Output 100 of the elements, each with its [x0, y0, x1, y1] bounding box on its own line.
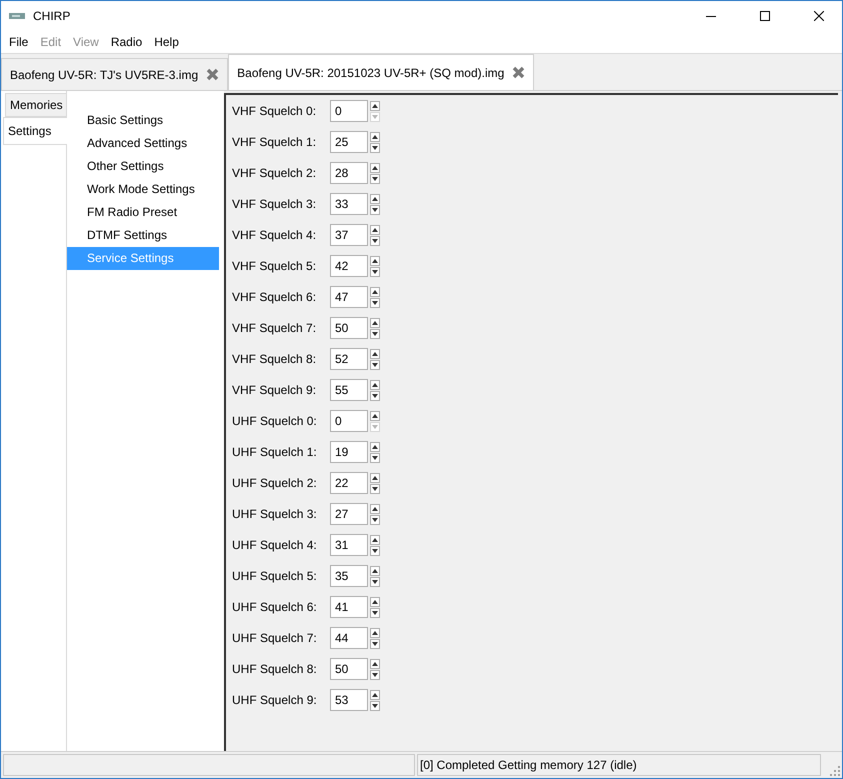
down-arrow-icon	[372, 486, 378, 490]
field-label: VHF Squelch 9:	[232, 383, 318, 397]
down-arrow-icon	[372, 238, 378, 242]
file-tab[interactable]: Baofeng UV-5R: 20151023 UV-5R+ (SQ mod).img	[228, 54, 534, 90]
down-arrow-icon	[372, 704, 378, 708]
settings-group-item[interactable]: Advanced Settings	[67, 132, 219, 155]
spin-field[interactable]: 41	[330, 596, 368, 618]
increment-button[interactable]	[370, 658, 380, 668]
spin-field[interactable]: 55	[330, 379, 368, 401]
increment-button[interactable]	[370, 380, 380, 390]
close-icon[interactable]	[206, 68, 220, 81]
up-arrow-icon	[372, 506, 378, 510]
decrement-button[interactable]	[370, 546, 380, 556]
up-arrow-icon	[372, 692, 378, 696]
spin-field[interactable]: 52	[330, 348, 368, 370]
resize-grip-icon[interactable]	[830, 766, 840, 776]
spin-field[interactable]: 50	[330, 317, 368, 339]
increment-button[interactable]	[370, 504, 380, 514]
up-arrow-icon	[372, 568, 378, 572]
increment-button[interactable]	[370, 194, 380, 204]
field-label: UHF Squelch 6:	[232, 600, 318, 614]
spin-field[interactable]: 0	[330, 410, 368, 432]
decrement-button[interactable]	[370, 608, 380, 618]
increment-button[interactable]	[370, 410, 380, 420]
down-arrow-icon	[372, 580, 378, 584]
spin-field[interactable]: 53	[330, 689, 368, 711]
increment-button[interactable]	[370, 628, 380, 638]
settings-group-item[interactable]: FM Radio Preset	[67, 201, 219, 224]
decrement-button[interactable]	[370, 484, 380, 494]
increment-button[interactable]	[370, 348, 380, 358]
settings-group-item[interactable]: Work Mode Settings	[67, 178, 219, 201]
spin-field[interactable]: 37	[330, 224, 368, 246]
spin-field[interactable]: 44	[330, 627, 368, 649]
spin-field[interactable]: 19	[330, 441, 368, 463]
decrement-button[interactable]	[370, 298, 380, 308]
decrement-button[interactable]	[370, 670, 380, 680]
spin-field[interactable]: 27	[330, 503, 368, 525]
decrement-button[interactable]	[370, 266, 380, 276]
increment-button[interactable]	[370, 534, 380, 544]
up-arrow-icon	[372, 290, 378, 294]
menu-item[interactable]: File	[3, 32, 34, 52]
settings-group-item[interactable]: Other Settings	[67, 155, 219, 178]
menu-item[interactable]: Radio	[104, 32, 148, 52]
increment-button[interactable]	[370, 224, 380, 234]
increment-button[interactable]	[370, 596, 380, 606]
down-arrow-icon	[372, 394, 378, 398]
file-tab[interactable]: Baofeng UV-5R: TJ's UV5RE-3.img	[1, 58, 228, 90]
down-arrow-icon	[372, 270, 378, 274]
spin-field[interactable]: 42	[330, 255, 368, 277]
decrement-button[interactable]	[370, 390, 380, 400]
decrement-button[interactable]	[370, 360, 380, 370]
up-arrow-icon	[372, 414, 378, 418]
spin-field[interactable]: 35	[330, 565, 368, 587]
spin-field[interactable]: 25	[330, 131, 368, 153]
field-label: VHF Squelch 1:	[232, 135, 318, 149]
increment-button[interactable]	[370, 286, 380, 296]
decrement-button[interactable]	[370, 700, 380, 710]
increment-button[interactable]	[370, 690, 380, 700]
decrement-button[interactable]	[370, 638, 380, 648]
spin-field[interactable]: 31	[330, 534, 368, 556]
decrement-button[interactable]	[370, 576, 380, 586]
decrement-button[interactable]	[370, 452, 380, 462]
decrement-button[interactable]	[370, 142, 380, 152]
increment-button[interactable]	[370, 442, 380, 452]
increment-button[interactable]	[370, 318, 380, 328]
settings-group-item[interactable]: DTMF Settings	[67, 224, 219, 247]
spin-field[interactable]: 28	[330, 162, 368, 184]
decrement-button[interactable]	[370, 174, 380, 184]
field-label: UHF Squelch 3:	[232, 507, 318, 521]
menu-item[interactable]: Help	[148, 32, 185, 52]
increment-button[interactable]	[370, 100, 380, 110]
increment-button[interactable]	[370, 162, 380, 172]
status-message: [0] Completed Getting memory 127 (idle)	[417, 754, 821, 776]
down-arrow-icon	[372, 146, 378, 150]
down-arrow-icon	[372, 548, 378, 552]
settings-group-item[interactable]: Basic Settings	[67, 109, 219, 132]
increment-button[interactable]	[370, 256, 380, 266]
decrement-button[interactable]	[370, 514, 380, 524]
spin-field[interactable]: 33	[330, 193, 368, 215]
down-arrow-icon	[372, 362, 378, 366]
field-label: VHF Squelch 3:	[232, 197, 318, 211]
up-arrow-icon	[372, 382, 378, 386]
increment-button[interactable]	[370, 472, 380, 482]
side-tab[interactable]: Memories	[5, 93, 67, 117]
close-icon	[814, 11, 824, 21]
increment-button[interactable]	[370, 566, 380, 576]
down-arrow-icon	[372, 176, 378, 180]
side-tab[interactable]: Settings	[3, 117, 67, 145]
spin-field[interactable]: 0	[330, 100, 368, 122]
up-arrow-icon	[372, 320, 378, 324]
spin-field[interactable]: 50	[330, 658, 368, 680]
spin-field[interactable]: 47	[330, 286, 368, 308]
decrement-button[interactable]	[370, 328, 380, 338]
close-icon[interactable]	[512, 66, 526, 79]
decrement-button[interactable]	[370, 236, 380, 246]
up-arrow-icon	[372, 476, 378, 480]
up-arrow-icon	[372, 600, 378, 604]
decrement-button[interactable]	[370, 204, 380, 214]
increment-button[interactable]	[370, 132, 380, 142]
spin-field[interactable]: 22	[330, 472, 368, 494]
